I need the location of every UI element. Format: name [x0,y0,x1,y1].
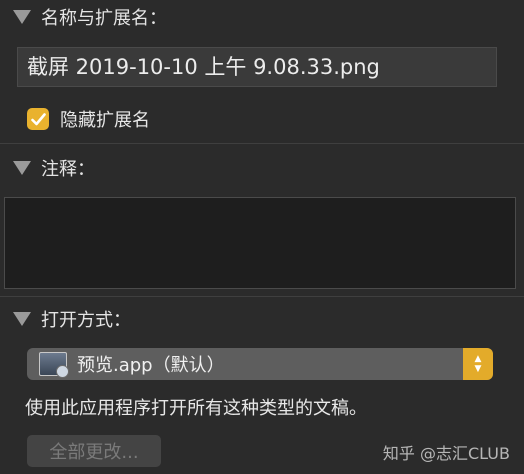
watermark: 知乎 @志汇CLUB [382,444,510,463]
disclosure-triangle-icon[interactable] [13,312,31,326]
hide-extension-label: 隐藏扩展名 [60,110,150,131]
filename-field[interactable]: 截屏 2019-10-10 上午 9.08.33.png [17,47,497,87]
comments-title: 注释： [41,159,95,180]
change-all-button[interactable]: 全部更改... [27,435,161,467]
checkmark-icon [30,112,46,125]
name-extension-title: 名称与扩展名： [41,8,167,29]
selected-app-label: 预览.app（默认） [77,355,225,376]
divider [0,143,524,144]
open-with-title: 打开方式： [41,310,131,331]
preview-app-icon [39,352,69,378]
comments-textarea[interactable] [4,197,516,289]
open-with-popup[interactable]: 预览.app（默认） ▲ ▼ [27,348,493,380]
open-with-header[interactable]: 打开方式： [0,304,131,334]
popup-stepper-icon[interactable]: ▲ ▼ [463,348,493,380]
divider [0,296,524,297]
hide-extension-checkbox[interactable] [27,108,49,130]
open-with-description: 使用此应用程序打开所有这种类型的文稿。 [25,398,367,419]
hide-extension-row[interactable]: 隐藏扩展名 [27,106,150,132]
chevron-up-icon: ▲ [474,354,482,364]
name-extension-header[interactable]: 名称与扩展名： [0,2,167,32]
chevron-down-icon: ▼ [474,364,482,374]
comments-header[interactable]: 注释： [0,153,95,183]
disclosure-triangle-icon[interactable] [13,161,31,175]
disclosure-triangle-icon[interactable] [13,10,31,24]
